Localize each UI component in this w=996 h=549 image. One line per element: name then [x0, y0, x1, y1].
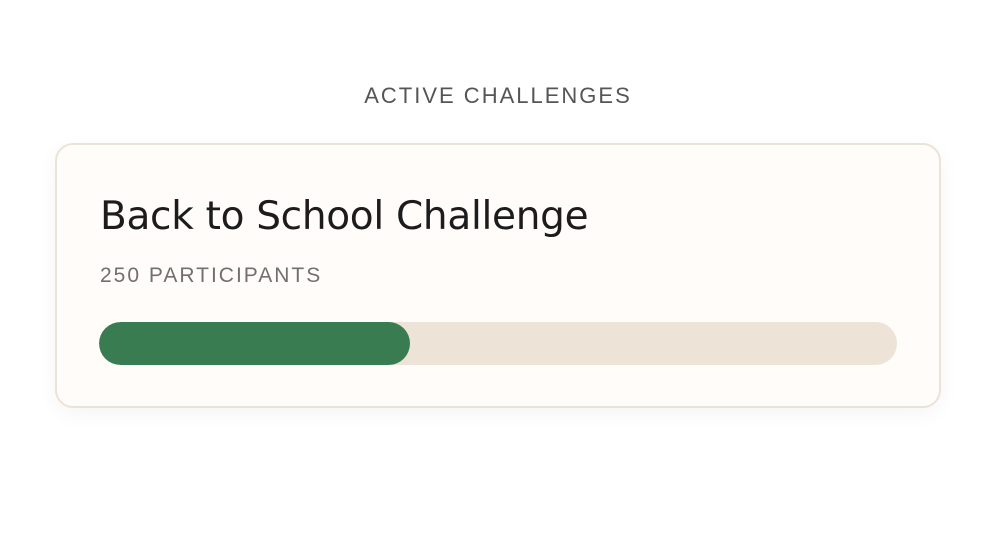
section-heading: ACTIVE CHALLENGES: [364, 83, 632, 108]
progress-bar: [99, 322, 897, 365]
challenge-title: Back to School Challenge: [100, 194, 589, 239]
participants-count: 250 PARTICIPANTS: [100, 264, 323, 287]
challenge-card[interactable]: Back to School Challenge 250 PARTICIPANT…: [55, 143, 941, 408]
progress-bar-fill: [99, 322, 411, 365]
page: ACTIVE CHALLENGES Back to School Challen…: [0, 0, 996, 549]
